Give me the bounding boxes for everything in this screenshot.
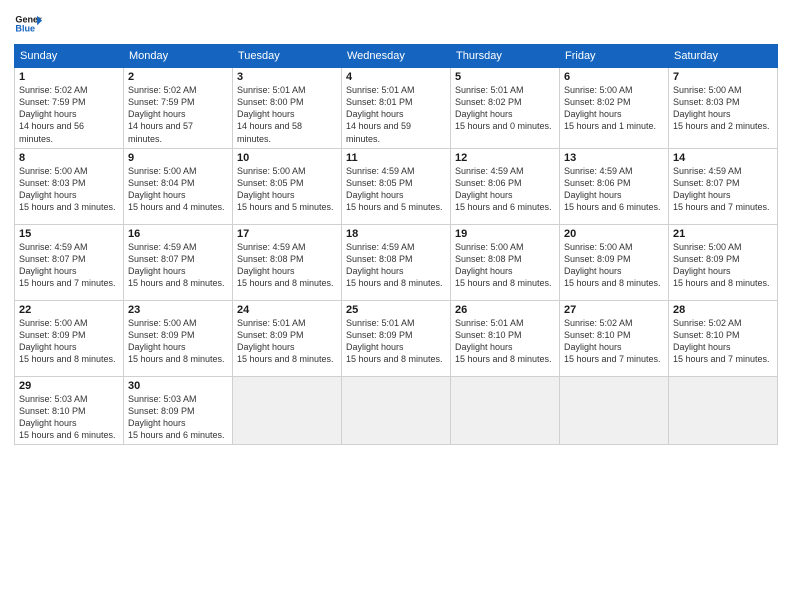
weekday-header-wednesday: Wednesday xyxy=(342,45,451,68)
calendar-cell: 27Sunrise: 5:02 AMSunset: 8:10 PMDayligh… xyxy=(560,300,669,376)
calendar-row: 29Sunrise: 5:03 AMSunset: 8:10 PMDayligh… xyxy=(15,376,778,445)
calendar-row: 8Sunrise: 5:00 AMSunset: 8:03 PMDaylight… xyxy=(15,148,778,224)
calendar-cell: 8Sunrise: 5:00 AMSunset: 8:03 PMDaylight… xyxy=(15,148,124,224)
header: General Blue xyxy=(14,10,778,38)
calendar-cell: 14Sunrise: 4:59 AMSunset: 8:07 PMDayligh… xyxy=(669,148,778,224)
weekday-header-sunday: Sunday xyxy=(15,45,124,68)
calendar-cell xyxy=(233,376,342,445)
calendar-cell: 30Sunrise: 5:03 AMSunset: 8:09 PMDayligh… xyxy=(124,376,233,445)
weekday-header-saturday: Saturday xyxy=(669,45,778,68)
calendar-cell: 13Sunrise: 4:59 AMSunset: 8:06 PMDayligh… xyxy=(560,148,669,224)
calendar-cell: 20Sunrise: 5:00 AMSunset: 8:09 PMDayligh… xyxy=(560,224,669,300)
calendar-cell: 7Sunrise: 5:00 AMSunset: 8:03 PMDaylight… xyxy=(669,68,778,149)
calendar-cell xyxy=(451,376,560,445)
calendar-cell: 3Sunrise: 5:01 AMSunset: 8:00 PMDaylight… xyxy=(233,68,342,149)
calendar-cell xyxy=(669,376,778,445)
weekday-header-tuesday: Tuesday xyxy=(233,45,342,68)
calendar-cell: 23Sunrise: 5:00 AMSunset: 8:09 PMDayligh… xyxy=(124,300,233,376)
calendar-cell: 17Sunrise: 4:59 AMSunset: 8:08 PMDayligh… xyxy=(233,224,342,300)
weekday-header-row: SundayMondayTuesdayWednesdayThursdayFrid… xyxy=(15,45,778,68)
calendar-cell: 25Sunrise: 5:01 AMSunset: 8:09 PMDayligh… xyxy=(342,300,451,376)
logo: General Blue xyxy=(14,10,42,38)
calendar-cell: 10Sunrise: 5:00 AMSunset: 8:05 PMDayligh… xyxy=(233,148,342,224)
calendar-cell: 15Sunrise: 4:59 AMSunset: 8:07 PMDayligh… xyxy=(15,224,124,300)
weekday-header-friday: Friday xyxy=(560,45,669,68)
calendar-cell: 11Sunrise: 4:59 AMSunset: 8:05 PMDayligh… xyxy=(342,148,451,224)
calendar-cell: 24Sunrise: 5:01 AMSunset: 8:09 PMDayligh… xyxy=(233,300,342,376)
calendar-cell: 22Sunrise: 5:00 AMSunset: 8:09 PMDayligh… xyxy=(15,300,124,376)
calendar-row: 22Sunrise: 5:00 AMSunset: 8:09 PMDayligh… xyxy=(15,300,778,376)
calendar-cell: 1Sunrise: 5:02 AMSunset: 7:59 PMDaylight… xyxy=(15,68,124,149)
calendar-cell: 16Sunrise: 4:59 AMSunset: 8:07 PMDayligh… xyxy=(124,224,233,300)
calendar-row: 15Sunrise: 4:59 AMSunset: 8:07 PMDayligh… xyxy=(15,224,778,300)
calendar-cell: 21Sunrise: 5:00 AMSunset: 8:09 PMDayligh… xyxy=(669,224,778,300)
calendar-cell: 4Sunrise: 5:01 AMSunset: 8:01 PMDaylight… xyxy=(342,68,451,149)
calendar-cell: 26Sunrise: 5:01 AMSunset: 8:10 PMDayligh… xyxy=(451,300,560,376)
calendar: SundayMondayTuesdayWednesdayThursdayFrid… xyxy=(14,44,778,445)
calendar-cell: 6Sunrise: 5:00 AMSunset: 8:02 PMDaylight… xyxy=(560,68,669,149)
calendar-row: 1Sunrise: 5:02 AMSunset: 7:59 PMDaylight… xyxy=(15,68,778,149)
weekday-header-monday: Monday xyxy=(124,45,233,68)
calendar-cell: 29Sunrise: 5:03 AMSunset: 8:10 PMDayligh… xyxy=(15,376,124,445)
logo-icon: General Blue xyxy=(14,10,42,38)
calendar-cell: 18Sunrise: 4:59 AMSunset: 8:08 PMDayligh… xyxy=(342,224,451,300)
calendar-cell xyxy=(560,376,669,445)
svg-text:Blue: Blue xyxy=(15,24,35,34)
calendar-cell: 9Sunrise: 5:00 AMSunset: 8:04 PMDaylight… xyxy=(124,148,233,224)
calendar-cell: 12Sunrise: 4:59 AMSunset: 8:06 PMDayligh… xyxy=(451,148,560,224)
calendar-cell: 5Sunrise: 5:01 AMSunset: 8:02 PMDaylight… xyxy=(451,68,560,149)
page: General Blue SundayMondayTuesdayWednesda… xyxy=(0,0,792,612)
weekday-header-thursday: Thursday xyxy=(451,45,560,68)
calendar-cell: 2Sunrise: 5:02 AMSunset: 7:59 PMDaylight… xyxy=(124,68,233,149)
calendar-cell: 28Sunrise: 5:02 AMSunset: 8:10 PMDayligh… xyxy=(669,300,778,376)
calendar-cell: 19Sunrise: 5:00 AMSunset: 8:08 PMDayligh… xyxy=(451,224,560,300)
calendar-cell xyxy=(342,376,451,445)
